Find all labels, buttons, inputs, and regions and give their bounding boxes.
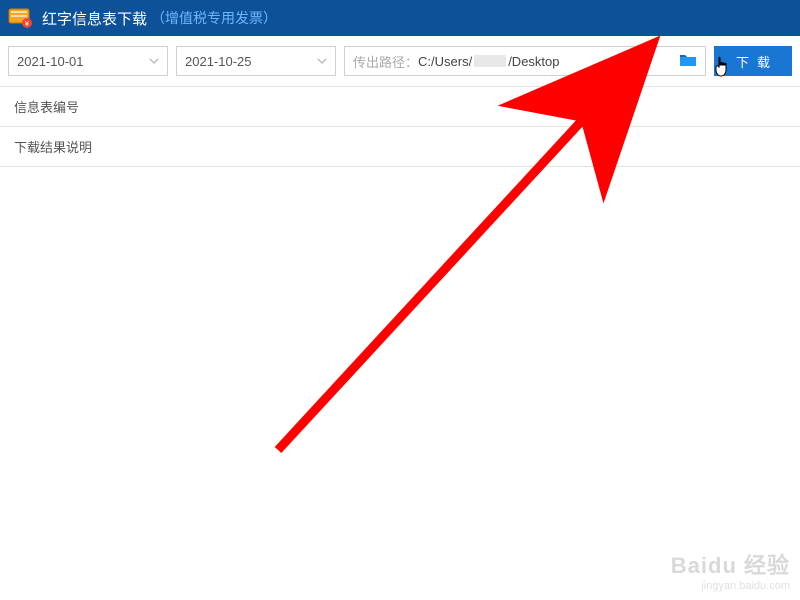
info-table-header: 信息表编号: [0, 87, 800, 127]
watermark-sub: jingyan.baidu.com: [671, 580, 790, 592]
folder-icon[interactable]: [679, 53, 697, 70]
watermark: Baidu 经验 jingyan.baidu.com: [671, 548, 790, 592]
path-masked-segment: [474, 55, 506, 67]
watermark-main: Baidu 经验: [671, 548, 790, 580]
path-label: 传出路径：: [353, 52, 418, 71]
date-from-value: 2021-10-01: [17, 54, 84, 69]
output-path-field[interactable]: 传出路径： C:/Users/ /Desktop: [344, 46, 706, 76]
date-to-value: 2021-10-25: [185, 54, 252, 69]
download-button[interactable]: 下载: [714, 46, 792, 76]
app-icon: ¥: [6, 4, 34, 32]
path-value-prefix: C:/Users/: [418, 54, 472, 69]
toolbar: 2021-10-01 2021-10-25 传出路径： C:/Users/ /D…: [0, 36, 800, 87]
download-result-header: 下载结果说明: [0, 127, 800, 167]
page-title: 红字信息表下载: [42, 8, 147, 29]
page-subtitle: （增值税专用发票）: [151, 8, 277, 28]
path-value-suffix: /Desktop: [508, 54, 559, 69]
titlebar: ¥ 红字信息表下载 （增值税专用发票）: [0, 0, 800, 36]
date-to-select[interactable]: 2021-10-25: [176, 46, 336, 76]
chevron-down-icon: [149, 54, 159, 69]
chevron-down-icon: [317, 54, 327, 69]
svg-text:¥: ¥: [25, 21, 29, 28]
date-from-select[interactable]: 2021-10-01: [8, 46, 168, 76]
